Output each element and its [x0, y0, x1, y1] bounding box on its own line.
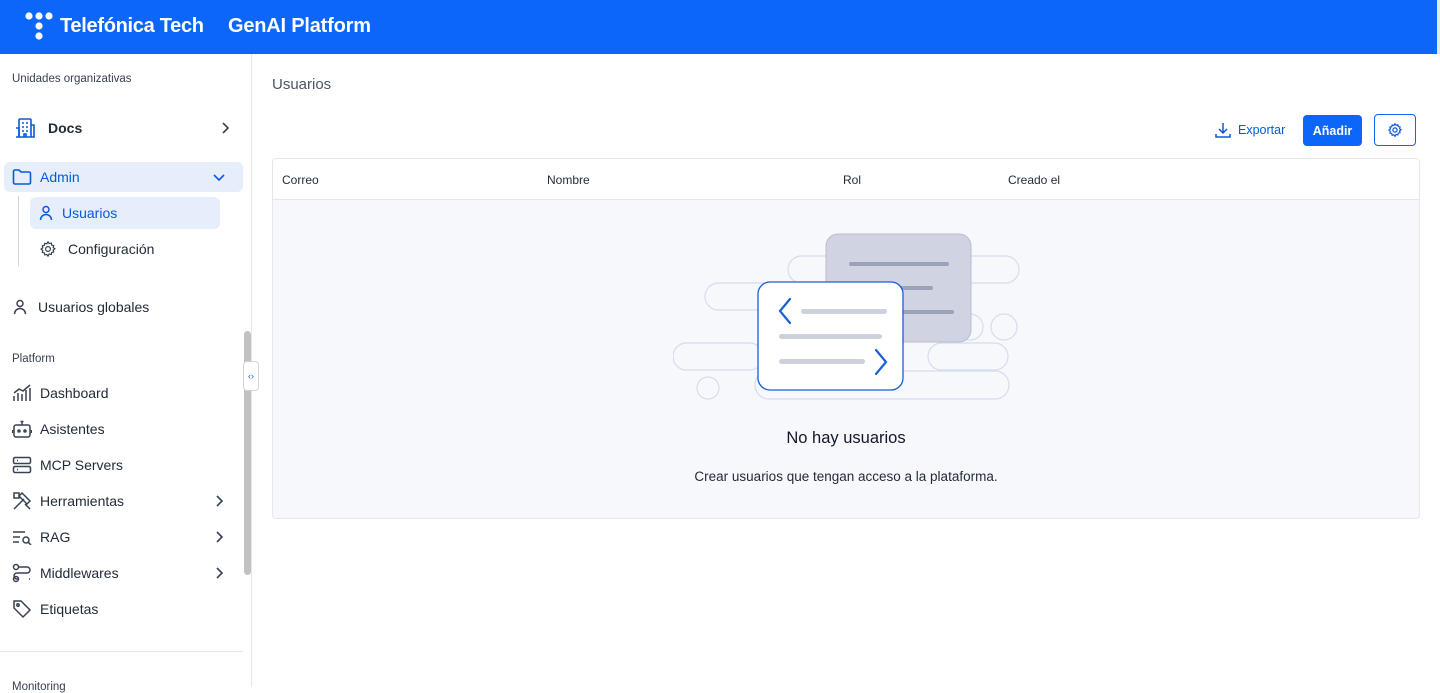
column-header-creado[interactable]: Creado el [1008, 173, 1060, 187]
column-header-rol[interactable]: Rol [843, 173, 861, 187]
empty-state-description: Crear usuarios que tengan acceso a la pl… [694, 469, 998, 484]
sidebar-divider [0, 651, 243, 652]
column-header-nombre[interactable]: Nombre [547, 173, 590, 187]
page-title: Usuarios [272, 76, 332, 93]
sidebar-item-mcp-servers[interactable]: MCP Servers [4, 450, 243, 480]
sidebar-item-herramientas[interactable]: Herramientas [4, 486, 243, 516]
user-icon [8, 295, 32, 319]
chevron-right-icon [216, 567, 224, 579]
sidebar-item-label: MCP Servers [40, 457, 123, 473]
download-icon [1215, 123, 1231, 138]
chevron-down-icon [213, 174, 225, 182]
sidebar-item-usuarios[interactable]: Usuarios [30, 197, 220, 229]
empty-state-illustration [673, 233, 1020, 400]
top-bar: Telefónica Tech GenAI Platform [0, 0, 1440, 54]
sidebar-item-middlewares[interactable]: Middlewares [4, 558, 243, 588]
sidebar-item-label: Docs [48, 120, 83, 136]
monitoring-section-label: Monitoring [12, 681, 66, 693]
folder-icon [10, 165, 34, 189]
export-label: Exportar [1238, 123, 1286, 137]
add-button[interactable]: Añadir [1303, 115, 1362, 146]
tag-icon [10, 597, 34, 621]
sidebar-item-admin[interactable]: Admin [4, 162, 243, 192]
empty-state-title: No hay usuarios [786, 429, 906, 447]
platform-section-label: Platform [12, 353, 55, 365]
sidebar-item-label: Middlewares [40, 565, 119, 581]
sidebar-collapse-toggle[interactable]: ‹› [243, 361, 259, 391]
sidebar-item-label: Etiquetas [40, 601, 99, 617]
sidebar-item-label: Usuarios globales [38, 299, 150, 315]
sidebar-item-configuracion[interactable]: Configuración [30, 233, 220, 265]
user-icon [36, 203, 56, 223]
sidebar-item-label: Usuarios [62, 205, 118, 221]
chevron-right-icon [222, 122, 230, 134]
tree-line [18, 196, 19, 266]
product-name: GenAI Platform [228, 15, 371, 37]
table-settings-button[interactable] [1374, 114, 1416, 146]
sidebar-item-dashboard[interactable]: Dashboard [4, 378, 243, 408]
users-table: Correo Nombre Rol Creado el No hay usuar… [272, 158, 1420, 519]
sidebar-item-docs[interactable]: Docs [4, 112, 243, 144]
building-icon [14, 116, 38, 140]
list-search-icon [10, 525, 34, 549]
sidebar-item-label: Configuración [68, 241, 155, 257]
tools-icon [10, 489, 34, 513]
chevron-right-icon [216, 531, 224, 543]
gear-icon [1387, 122, 1403, 138]
sidebar-item-rag[interactable]: RAG [4, 522, 243, 552]
column-header-correo[interactable]: Correo [282, 173, 319, 187]
sidebar-item-global-users[interactable]: Usuarios globales [4, 292, 243, 322]
code-arrows-icon: ‹› [248, 371, 254, 381]
flow-icon [10, 561, 34, 585]
chevron-right-icon [216, 495, 224, 507]
export-button[interactable]: Exportar [1208, 115, 1296, 145]
sidebar-item-label: Admin [40, 169, 80, 185]
sidebar-item-asistentes[interactable]: Asistentes [4, 414, 243, 444]
sidebar-item-etiquetas[interactable]: Etiquetas [4, 594, 243, 624]
sidebar-item-label: Asistentes [40, 421, 105, 437]
chart-icon [10, 381, 34, 405]
telefonica-logo-icon[interactable] [24, 11, 58, 43]
sidebar-item-label: Herramientas [40, 493, 125, 509]
table-header: Correo Nombre Rol Creado el [273, 159, 1419, 200]
sidebar: Unidades organizativas Docs Admin Usuari… [0, 54, 252, 687]
sidebar-item-label: RAG [40, 529, 71, 545]
server-icon [10, 453, 34, 477]
brand-name: Telefónica Tech [60, 15, 204, 37]
org-units-label: Unidades organizativas [12, 73, 132, 85]
robot-icon [10, 417, 34, 441]
gear-icon [38, 239, 58, 259]
sidebar-item-label: Dashboard [40, 385, 109, 401]
